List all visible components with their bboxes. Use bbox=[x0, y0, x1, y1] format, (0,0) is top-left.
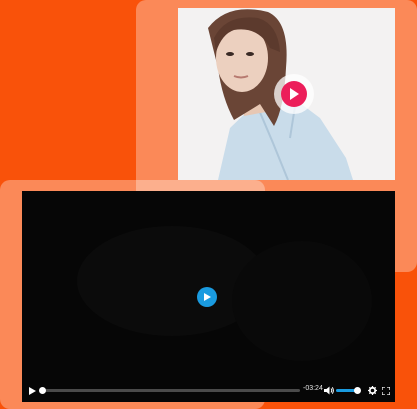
play-icon bbox=[203, 293, 211, 301]
video-play-button[interactable] bbox=[197, 287, 217, 307]
photo-play-button[interactable] bbox=[274, 74, 314, 114]
volume-slider[interactable] bbox=[336, 387, 361, 394]
video-controls: -03:24 bbox=[22, 380, 395, 402]
volume-button[interactable] bbox=[323, 385, 334, 396]
progress-knob[interactable] bbox=[39, 387, 46, 394]
controls-play-button[interactable] bbox=[27, 385, 37, 397]
video-player[interactable]: -03:24 bbox=[22, 191, 395, 402]
volume-knob[interactable] bbox=[354, 387, 361, 394]
speaker-icon bbox=[323, 386, 334, 395]
fullscreen-button[interactable] bbox=[380, 385, 391, 396]
play-icon bbox=[290, 88, 299, 100]
time-remaining: -03:24 bbox=[303, 385, 323, 392]
fullscreen-icon bbox=[381, 386, 390, 395]
gear-icon bbox=[368, 386, 377, 395]
settings-button[interactable] bbox=[367, 385, 378, 396]
play-icon bbox=[28, 387, 36, 395]
progress-bar[interactable] bbox=[39, 387, 300, 394]
